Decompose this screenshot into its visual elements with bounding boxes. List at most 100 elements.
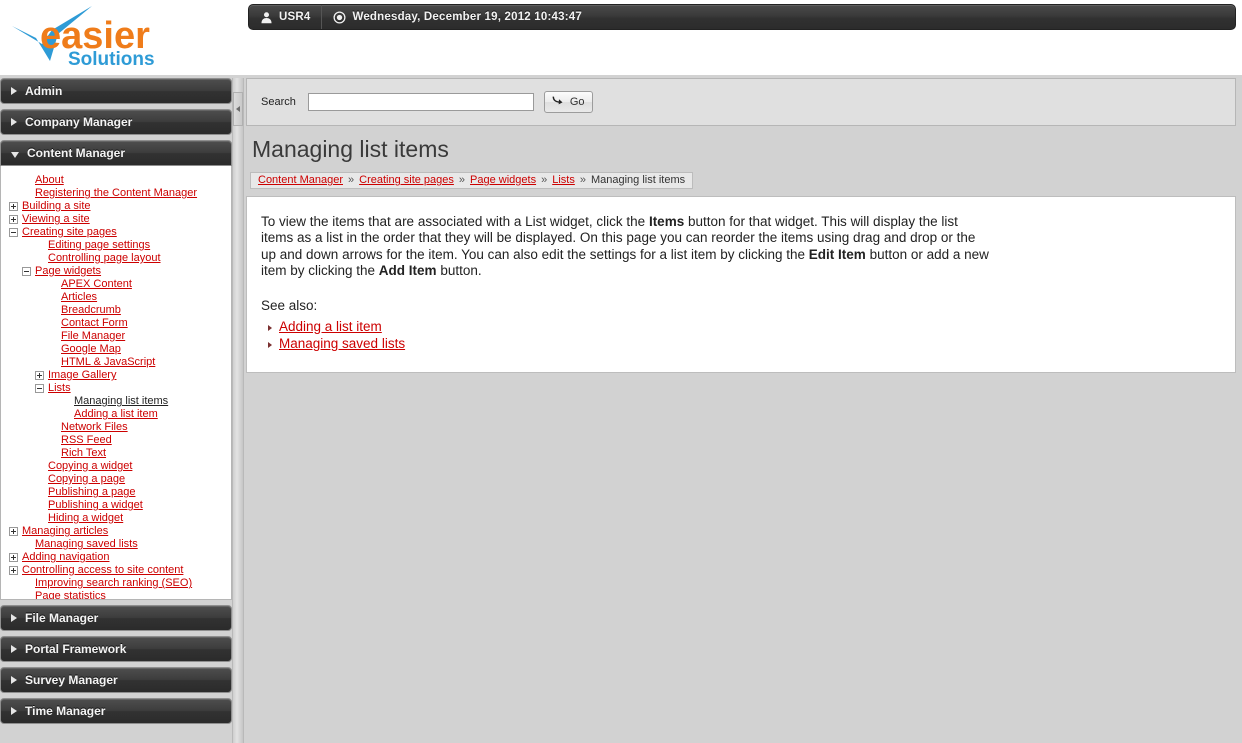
tree-expand-icon[interactable]	[9, 215, 18, 224]
tree-item-link[interactable]: Building a site	[22, 200, 91, 213]
tree-item-link[interactable]: Copying a widget	[48, 460, 132, 473]
tree-item[interactable]: Hiding a widget	[5, 512, 227, 525]
breadcrumb-link[interactable]: Creating site pages	[359, 174, 454, 186]
sidebar-section-file-manager[interactable]: File Manager	[0, 605, 232, 631]
article-text: button.	[436, 263, 482, 278]
tree-expand-icon[interactable]	[9, 566, 18, 575]
tree-item-link[interactable]: Controlling access to site content	[22, 564, 183, 577]
sidebar-section-admin[interactable]: Admin	[0, 78, 232, 104]
tree-item-link[interactable]: Registering the Content Manager	[35, 187, 197, 200]
tree-item[interactable]: Page statistics	[5, 590, 227, 599]
tree-item-link[interactable]: Hiding a widget	[48, 512, 123, 525]
tree-item-link[interactable]: Creating site pages	[22, 226, 117, 239]
sidebar-collapse-handle[interactable]	[233, 92, 243, 126]
tree-item-link[interactable]: Adding navigation	[22, 551, 109, 564]
sidebar-section-company-manager[interactable]: Company Manager	[0, 109, 232, 135]
tree-item-link[interactable]: Network Files	[61, 421, 128, 434]
breadcrumb-link[interactable]: Content Manager	[258, 174, 343, 186]
tree-item-link[interactable]: Image Gallery	[48, 369, 116, 382]
tree-item-link[interactable]: Page widgets	[35, 265, 101, 278]
breadcrumb-link[interactable]: Lists	[552, 174, 575, 186]
tree-item[interactable]: Managing saved lists	[5, 538, 227, 551]
sidebar-section-time-manager[interactable]: Time Manager	[0, 698, 232, 724]
tree-item-link[interactable]: File Manager	[61, 330, 125, 343]
tree-item[interactable]: Publishing a page	[5, 486, 227, 499]
see-also-link[interactable]: Managing saved lists	[279, 336, 405, 351]
tree-item-link[interactable]: APEX Content	[61, 278, 132, 291]
sidebar-section-label: File Manager	[25, 611, 99, 625]
sidebar-section-label: Portal Framework	[25, 642, 127, 656]
tree-item-link[interactable]: About	[35, 174, 64, 187]
tree-item-link[interactable]: Adding a list item	[74, 408, 158, 421]
tree-item[interactable]: Editing page settings	[5, 239, 227, 252]
tree-item[interactable]: Copying a widget	[5, 460, 227, 473]
tree-item[interactable]: Network Files	[5, 421, 227, 434]
sidebar-section-content-manager[interactable]: Content Manager	[0, 140, 232, 166]
tree-item[interactable]: Adding a list item	[5, 408, 227, 421]
tree-item-link[interactable]: Managing saved lists	[35, 538, 138, 551]
tree-item-link[interactable]: Publishing a page	[48, 486, 135, 499]
tree-item[interactable]: About	[5, 174, 227, 187]
tree-item[interactable]: Copying a page	[5, 473, 227, 486]
tree-item-link[interactable]: Managing articles	[22, 525, 108, 538]
tree-item[interactable]: Managing list items	[5, 395, 227, 408]
tree-item[interactable]: Registering the Content Manager	[5, 187, 227, 200]
tree-item-link[interactable]: Rich Text	[61, 447, 106, 460]
tree-item-link[interactable]: Copying a page	[48, 473, 125, 486]
tree-item[interactable]: Google Map	[5, 343, 227, 356]
tree-item[interactable]: File Manager	[5, 330, 227, 343]
tree-item[interactable]: Rich Text	[5, 447, 227, 460]
tree-item[interactable]: Breadcrumb	[5, 304, 227, 317]
tree-item[interactable]: Lists	[5, 382, 227, 395]
tree-item-link[interactable]: Controlling page layout	[48, 252, 161, 265]
tree-item[interactable]: APEX Content	[5, 278, 227, 291]
tree-item[interactable]: Adding navigation	[5, 551, 227, 564]
tree-expand-icon[interactable]	[35, 371, 44, 380]
tree-item-link[interactable]: Improving search ranking (SEO)	[35, 577, 192, 590]
tree-item-link[interactable]: HTML & JavaScript	[61, 356, 155, 369]
sidebar-section-portal-framework[interactable]: Portal Framework	[0, 636, 232, 662]
search-input[interactable]	[307, 93, 534, 111]
svg-text:Solutions: Solutions	[68, 49, 155, 70]
tree-collapse-icon[interactable]	[35, 384, 44, 393]
tree-item-link[interactable]: Breadcrumb	[61, 304, 121, 317]
tree-item[interactable]: Viewing a site	[5, 213, 227, 226]
tree-item-link[interactable]: Publishing a widget	[48, 499, 143, 512]
tree-item-link[interactable]: Articles	[61, 291, 97, 304]
tree-item[interactable]: Page widgets	[5, 265, 227, 278]
tree-item[interactable]: Controlling page layout	[5, 252, 227, 265]
sidebar-splitter[interactable]	[232, 78, 244, 743]
tree-expand-icon[interactable]	[9, 527, 18, 536]
sidebar-section-survey-manager[interactable]: Survey Manager	[0, 667, 232, 693]
user-cell[interactable]: USR4	[249, 5, 321, 29]
tree-item[interactable]: Articles	[5, 291, 227, 304]
tree-item[interactable]: Improving search ranking (SEO)	[5, 577, 227, 590]
tree-item-link[interactable]: Page statistics	[35, 590, 106, 599]
list-item: Managing saved lists	[268, 336, 1223, 352]
tree-item[interactable]: Building a site	[5, 200, 227, 213]
tree-item[interactable]: Image Gallery	[5, 369, 227, 382]
tree-item-link[interactable]: Editing page settings	[48, 239, 150, 252]
article-text: To view the items that are associated wi…	[261, 213, 649, 229]
company-logo: easier Solutions	[6, 4, 176, 70]
tree-item-link[interactable]: RSS Feed	[61, 434, 112, 447]
tree-item-link[interactable]: Lists	[48, 382, 71, 395]
tree-item[interactable]: Controlling access to site content	[5, 564, 227, 577]
tree-item[interactable]: RSS Feed	[5, 434, 227, 447]
search-go-button[interactable]: Go	[543, 91, 593, 113]
tree-item-link[interactable]: Viewing a site	[22, 213, 90, 226]
tree-item[interactable]: Creating site pages	[5, 226, 227, 239]
tree-item[interactable]: Managing articles	[5, 525, 227, 538]
tree-item-link[interactable]: Google Map	[61, 343, 121, 356]
tree-item-link[interactable]: Contact Form	[61, 317, 128, 330]
tree-collapse-icon[interactable]	[9, 228, 18, 237]
tree-item[interactable]: Contact Form	[5, 317, 227, 330]
breadcrumb-link[interactable]: Page widgets	[470, 174, 536, 186]
see-also-link[interactable]: Adding a list item	[279, 319, 382, 334]
tree-expand-icon[interactable]	[9, 202, 18, 211]
tree-item[interactable]: Publishing a widget	[5, 499, 227, 512]
tree-collapse-icon[interactable]	[22, 267, 31, 276]
tree-item[interactable]: HTML & JavaScript	[5, 356, 227, 369]
tree-expand-icon[interactable]	[9, 553, 18, 562]
chevron-right-icon	[11, 118, 17, 126]
